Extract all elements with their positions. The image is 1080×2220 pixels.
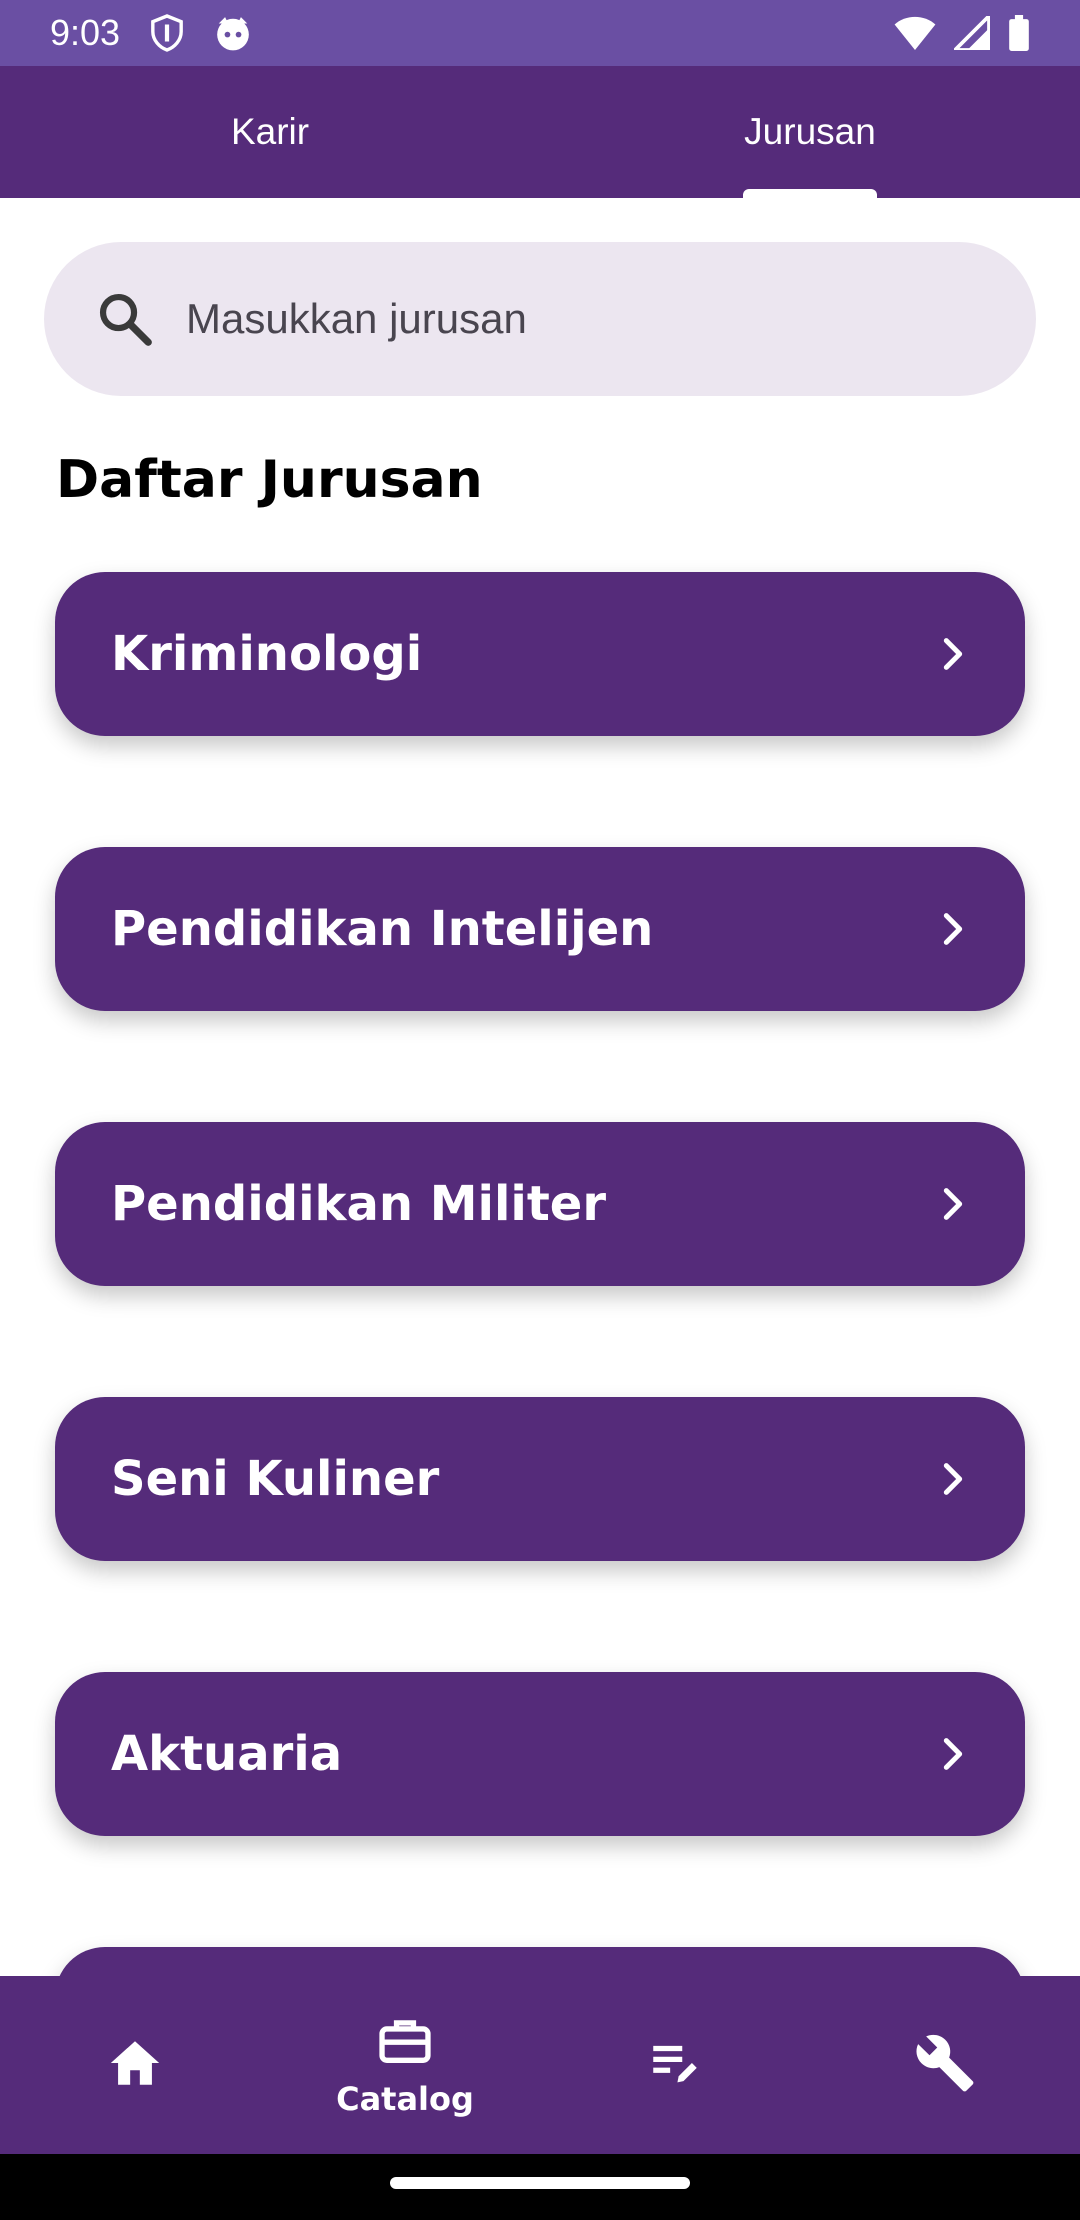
list-item-label: Seni Kuliner [111, 1451, 440, 1507]
list-item-kriminologi[interactable]: Kriminologi [55, 572, 1025, 736]
home-gesture-handle[interactable] [390, 2177, 690, 2189]
list-item-seni-kuliner[interactable]: Seni Kuliner [55, 1397, 1025, 1561]
tab-selected-indicator [743, 189, 877, 198]
list-item-pendidikan-militer[interactable]: Pendidikan Militer [55, 1122, 1025, 1286]
list-item-label: Kriminologi [111, 626, 423, 682]
list-item-pendidikan-intelijen[interactable]: Pendidikan Intelijen [55, 847, 1025, 1011]
nav-edit-list[interactable] [540, 1976, 810, 2154]
nav-label: Catalog [336, 2080, 474, 2118]
edit-list-icon [646, 2034, 704, 2096]
list-item-label: Aktuaria [111, 1726, 343, 1782]
search-bar[interactable] [44, 242, 1036, 396]
list-item-label: Pendidikan Intelijen [111, 901, 654, 957]
system-navigation-bar [0, 2154, 1080, 2220]
nav-home[interactable] [0, 1976, 270, 2154]
status-time: 9:03 [50, 12, 121, 53]
bottom-navigation: Catalog [0, 1976, 1080, 2154]
nav-catalog[interactable]: Catalog [270, 1976, 540, 2154]
tab-label: Jurusan [744, 111, 876, 152]
signal-icon [954, 16, 990, 50]
tab-jurusan[interactable]: Jurusan [540, 66, 1080, 198]
battery-icon [1008, 15, 1030, 51]
search-icon [94, 288, 156, 350]
briefcase-icon [375, 2012, 435, 2074]
tab-label: Karir [230, 111, 310, 152]
status-bar: 9:03 [0, 0, 1080, 66]
chevron-right-icon [933, 1459, 973, 1499]
list-item-label: Pendidikan Militer [111, 1176, 607, 1232]
page-title: Daftar Jurusan [56, 450, 483, 510]
chevron-right-icon [933, 909, 973, 949]
shield-icon [150, 14, 184, 52]
tab-karir[interactable]: Karir [0, 66, 540, 198]
home-icon [106, 2034, 164, 2096]
majors-list: Kriminologi Pendidikan Intelijen Pendidi… [55, 572, 1025, 2220]
chevron-right-icon [933, 1184, 973, 1224]
wrench-icon [914, 2032, 976, 2098]
chevron-right-icon [933, 634, 973, 674]
search-input[interactable] [186, 295, 946, 343]
wifi-icon [894, 16, 936, 50]
chevron-right-icon [933, 1734, 973, 1774]
nav-tools[interactable] [810, 1976, 1080, 2154]
top-tab-bar: Karir Jurusan [0, 66, 1080, 198]
list-item-aktuaria[interactable]: Aktuaria [55, 1672, 1025, 1836]
cat-icon [214, 14, 252, 52]
